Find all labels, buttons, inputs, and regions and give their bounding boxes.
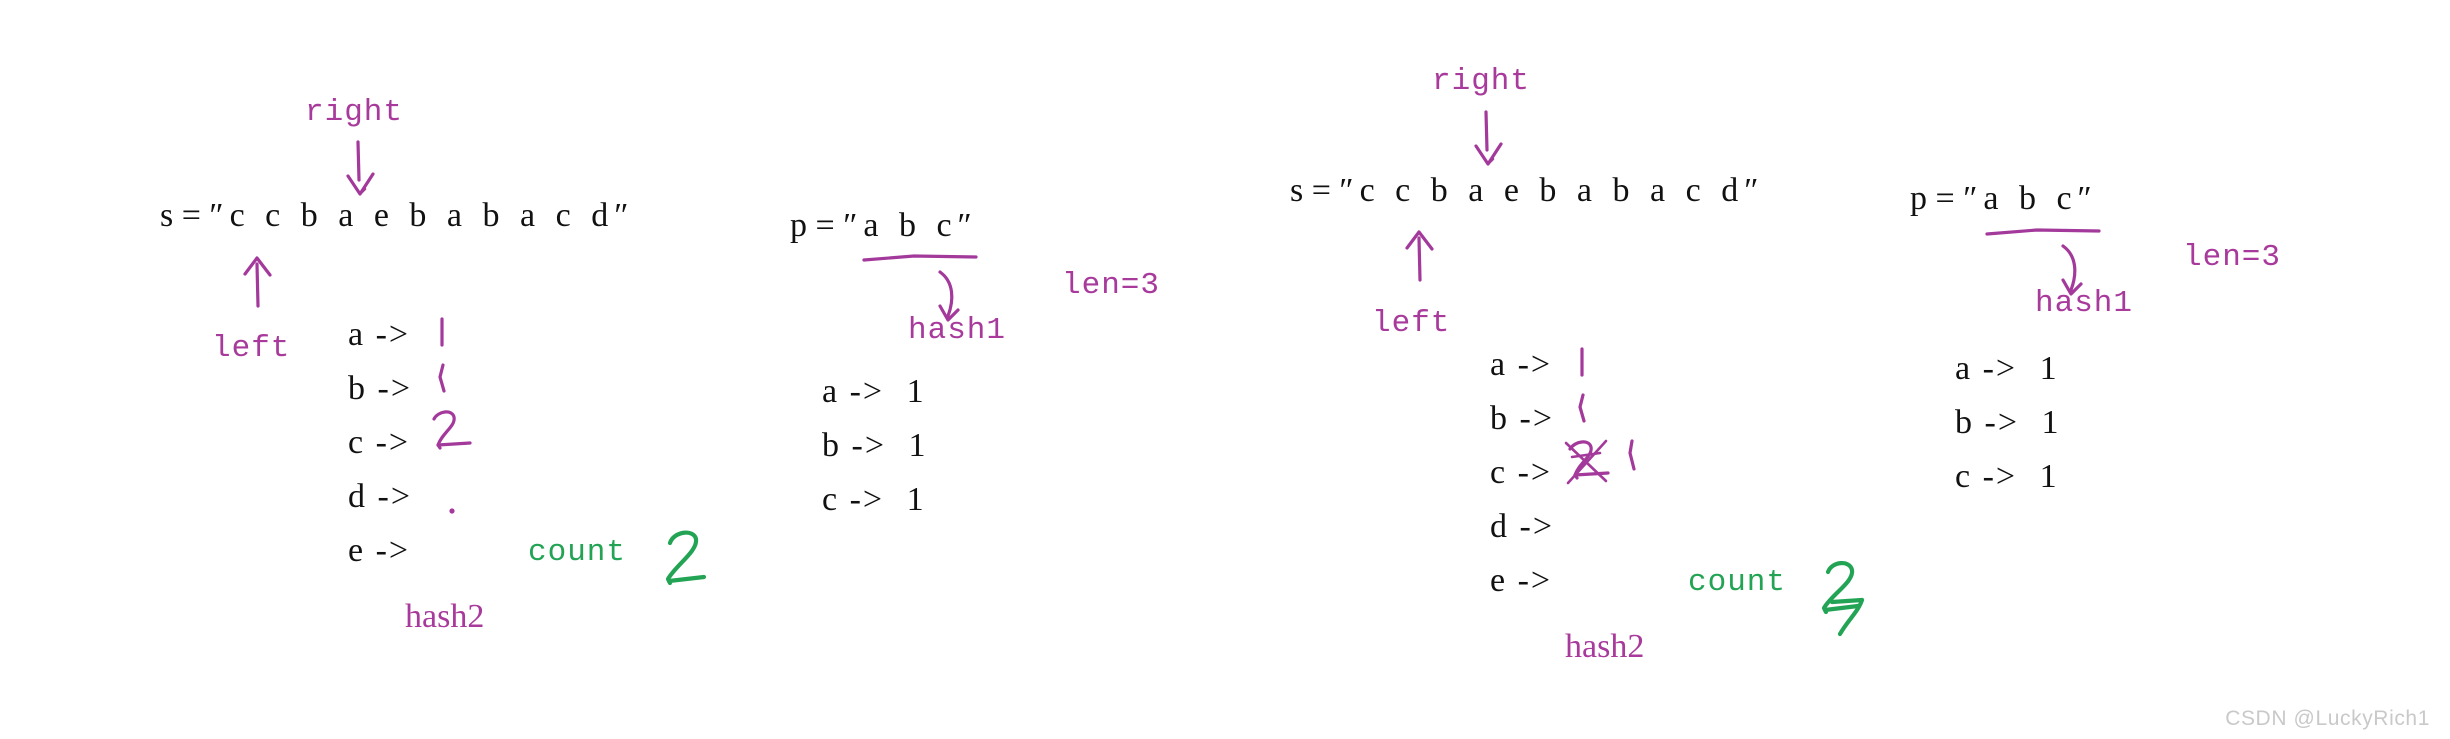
hash2-key-right-0: a -> [1490, 346, 1553, 383]
hash1-value-left-1: 1 [908, 427, 928, 464]
pointer-label-right-left-panel: right [305, 95, 404, 130]
hash1-key-right-1: b -> [1955, 404, 2019, 441]
hash1-row-left-2: c -> 1 [822, 483, 928, 517]
hash2-row-right-2: c -> [1490, 456, 1554, 490]
hash2-caption-left-panel: hash2 [405, 598, 485, 635]
hash1-key-left-1: b -> [822, 427, 886, 464]
p-var-value-right: ″a b c″ [1963, 180, 2098, 217]
hash1-value-right-1: 1 [2041, 404, 2061, 441]
p-var-label: p = [790, 207, 844, 244]
s-line-label-left-panel: s = ″c c b a e b a b a c d″ [160, 197, 634, 235]
s-line-label-right-panel: s = ″c c b a e b a b a c d″ [1290, 172, 1764, 210]
hash1-value-left-0: 1 [906, 373, 926, 410]
left-pointer-arrow-right-panel [1405, 230, 1434, 282]
count-label-right-panel: count [1688, 565, 1787, 600]
diagram-canvas: right s = ″c c b a e b a b a c d″ left a… [0, 0, 2450, 739]
hash2-key-right-4: e -> [1490, 562, 1553, 599]
s-var-value: ″c c b a e b a b a c d″ [209, 197, 635, 234]
hash2-row-left-1: b -> [348, 372, 412, 406]
hash1-row-right-2: c -> 1 [1955, 460, 2061, 494]
watermark: CSDN @LuckyRich1 [2225, 707, 2430, 730]
hash1-key-right-2: c -> [1955, 458, 2018, 495]
hash2-row-right-0: a -> [1490, 348, 1554, 382]
s-var-value-right: ″c c b a e b a b a c d″ [1339, 172, 1765, 209]
hash1-value-right-2: 1 [2039, 458, 2059, 495]
hash1-row-left-1: b -> 1 [822, 429, 928, 463]
hash2-table-right-panel: a -> b -> c -> d -> e -> [1490, 348, 1554, 618]
s-var-label: s = [160, 197, 210, 234]
len-label-left-panel: len=3 [1062, 268, 1161, 303]
hash2-row-left-4: e -> [348, 534, 412, 568]
hash2-key-right-2: c -> [1490, 454, 1553, 491]
p-var-label-right: p = [1910, 180, 1964, 217]
p-var-value: ″a b c″ [843, 207, 978, 244]
hash2-key-right-3: d -> [1490, 508, 1554, 545]
hash2-handwritten-values-left-panel [432, 317, 472, 514]
hash1-key-left-2: c -> [822, 481, 885, 518]
hash1-value-right-0: 1 [2039, 350, 2059, 387]
pointer-label-left-right-panel: left [1372, 306, 1451, 341]
hash2-row-left-2: c -> [348, 426, 412, 460]
hash1-row-left-0: a -> 1 [822, 375, 928, 409]
hash1-row-right-1: b -> 1 [1955, 406, 2061, 440]
hash2-row-right-1: b -> [1490, 402, 1554, 436]
hash2-key-left-1: b -> [348, 370, 412, 407]
hash2-row-left-0: a -> [348, 318, 412, 352]
hash1-label-left-panel: hash1 [908, 313, 1007, 348]
count-handwritten-value-left-panel [665, 530, 707, 586]
right-pointer-arrow-right-panel [1474, 110, 1503, 166]
count-handwritten-value-right-panel [1821, 561, 1865, 637]
hash2-key-left-4: e -> [348, 532, 411, 569]
hash2-key-left-3: d -> [348, 478, 412, 515]
hash2-table-left-panel: a -> b -> c -> d -> e -> [348, 318, 412, 588]
hash1-label-right-panel: hash1 [2035, 286, 2134, 321]
hash1-row-right-0: a -> 1 [1955, 352, 2061, 386]
hash2-caption-right-panel: hash2 [1565, 628, 1645, 665]
p-line-left-panel: p = ″a b c″ [790, 207, 978, 245]
hash1-table-right-panel: a -> 1 b -> 1 c -> 1 [1955, 352, 2061, 514]
p-line-right-panel: p = ″a b c″ [1910, 180, 2098, 218]
hash1-key-left-0: a -> [822, 373, 885, 410]
pointer-label-right-right-panel: right [1432, 64, 1531, 99]
hash2-row-left-3: d -> [348, 480, 412, 514]
hash2-row-right-3: d -> [1490, 510, 1554, 544]
hash2-key-left-2: c -> [348, 424, 411, 461]
hash2-handwritten-values-right-panel [1564, 347, 1636, 485]
count-label-left-panel: count [528, 535, 627, 570]
hash2-row-right-4: e -> [1490, 564, 1554, 598]
hash1-key-right-0: a -> [1955, 350, 2018, 387]
hash2-key-left-0: a -> [348, 316, 411, 353]
hash2-key-right-1: b -> [1490, 400, 1554, 437]
left-pointer-arrow-left-panel [243, 256, 272, 308]
hash1-value-left-2: 1 [906, 481, 926, 518]
pointer-label-left-left-panel: left [212, 331, 291, 366]
len-label-right-panel: len=3 [2183, 240, 2282, 275]
s-var-label-right: s = [1290, 172, 1340, 209]
hash1-table-left-panel: a -> 1 b -> 1 c -> 1 [822, 375, 928, 537]
